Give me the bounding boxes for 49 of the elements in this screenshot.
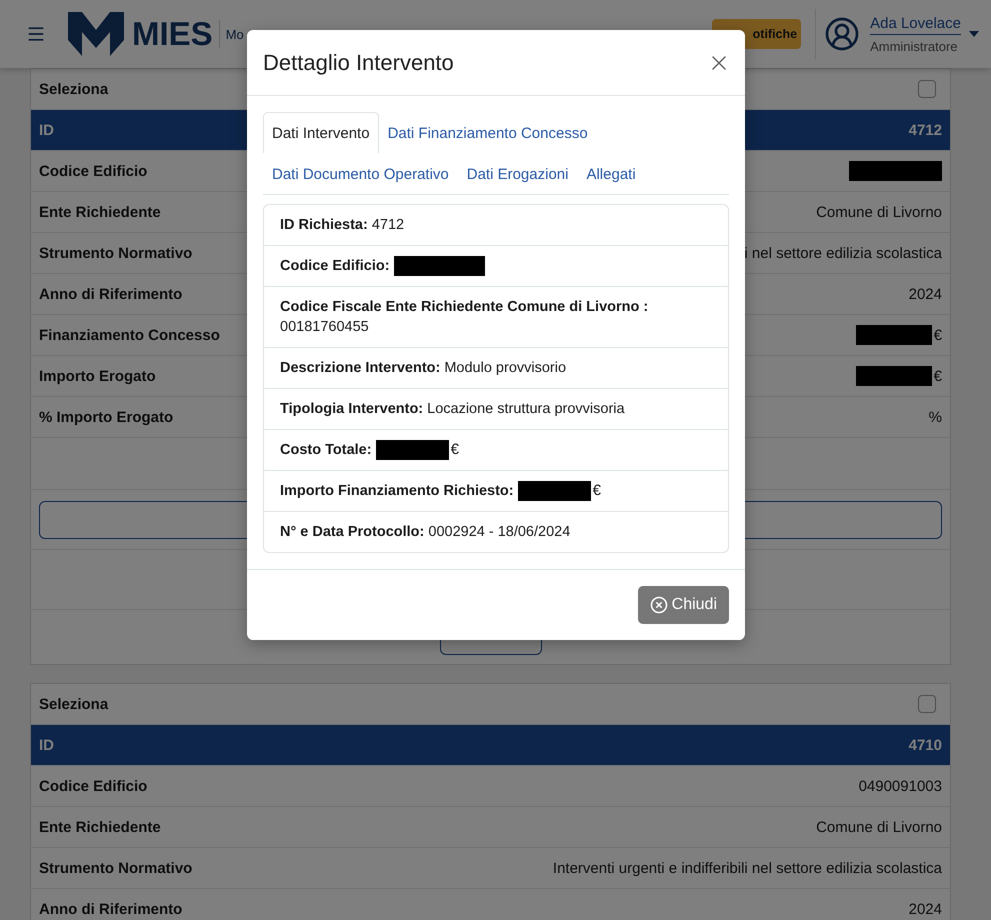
row-label: Strumento Normativo xyxy=(39,860,192,876)
row-label: ID xyxy=(39,736,54,754)
row-label: Finanziamento Concesso xyxy=(39,326,220,344)
field-label: Costo Totale: xyxy=(280,441,372,460)
tab[interactable]: Dati Intervento xyxy=(263,112,379,153)
user-name[interactable]: Ada Lovelace xyxy=(870,14,961,34)
row-value: Comune di Livorno xyxy=(816,204,942,220)
row-value: 2024 xyxy=(908,286,942,302)
row-value: % xyxy=(928,408,942,426)
currency-symbol: € xyxy=(592,481,601,501)
row-label: Ente Richiedente xyxy=(39,204,161,220)
field-label: Codice Fiscale Ente Richiedente Comune di Livorno : xyxy=(280,298,648,317)
row-value: Interventi urgenti e indifferibili nel settore edilizia scolastica xyxy=(552,860,942,876)
field-label: Descrizione Intervento: xyxy=(280,359,440,378)
field-value: 0002924 - 18/06/2024 xyxy=(428,523,570,542)
currency-symbol: € xyxy=(450,440,459,460)
row-label: Anno di Riferimento xyxy=(39,286,182,302)
row-label: Strumento Normativo xyxy=(39,244,192,262)
row-label: ID xyxy=(39,122,54,138)
row-label: Seleziona xyxy=(39,696,108,712)
close-button[interactable]: Chiudi xyxy=(638,586,729,624)
row-value: 2024 xyxy=(908,900,942,918)
field-value: Locazione struttura provvisoria xyxy=(427,400,625,419)
currency-symbol: € xyxy=(934,326,942,344)
row-value: i nel settore edilizia scolastica xyxy=(744,244,942,262)
row-label: Seleziona xyxy=(39,80,108,98)
row-label: Importo Erogato xyxy=(39,368,156,384)
row-label: Ente Richiedente xyxy=(39,818,161,836)
user-role: Amministratore xyxy=(870,38,959,54)
row-value: 4710 xyxy=(908,736,942,754)
row-label: Anno di Riferimento xyxy=(39,900,182,918)
row-label: Codice Edificio xyxy=(39,162,148,180)
app-subtitle: Mo xyxy=(226,26,244,42)
row-value: 4712 xyxy=(908,122,942,138)
row-label: Codice Edificio xyxy=(39,778,148,794)
field-value: Modulo provvisorio xyxy=(444,359,566,378)
row-value: Comune di Livorno xyxy=(816,818,942,836)
field-label: ID Richiesta: xyxy=(280,216,368,235)
field-label: Tipologia Intervento: xyxy=(280,400,424,419)
field-label: N° e Data Protocollo: xyxy=(280,523,424,542)
field-label: Importo Finanziamento Richiesto: xyxy=(280,482,514,501)
field-value: 4712 xyxy=(372,216,404,235)
field-value: 00181760455 xyxy=(280,318,369,337)
logo-text: MIES xyxy=(132,15,213,53)
field-label: Codice Edificio: xyxy=(280,257,390,276)
currency-symbol: € xyxy=(934,368,942,384)
modal-title: Dettaglio Intervento xyxy=(263,50,454,76)
row-label: % Importo Erogato xyxy=(39,408,174,426)
row-value: 0490091003 xyxy=(858,778,942,794)
